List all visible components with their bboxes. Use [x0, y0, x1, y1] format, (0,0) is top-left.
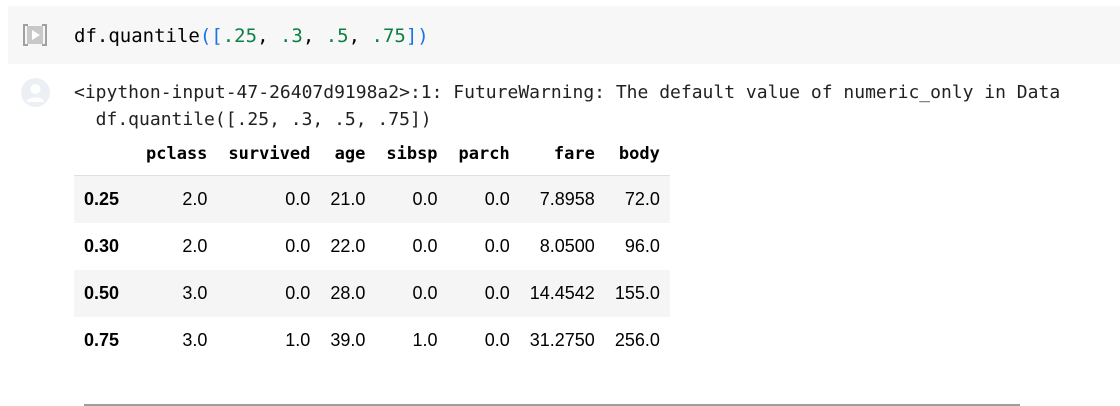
column-header-age: age [320, 133, 376, 176]
table-cell-body: 96.0 [624, 236, 660, 256]
table-cell-body: 155.0 [614, 283, 660, 303]
quantile-dataframe: pclass survived age sibsp parch fare body 0.25… [74, 133, 670, 364]
code-open-brackets: ([ [199, 25, 223, 47]
code-close-brackets: ]) [405, 25, 429, 47]
code-separator: , [302, 25, 326, 47]
table-cell-sibsp: 0.0 [412, 236, 438, 256]
table-cell-sibsp: 0.0 [412, 189, 438, 209]
column-header-pclass: pclass [135, 133, 218, 176]
table-cell-pclass: 3.0 [182, 283, 208, 303]
code-separator: , [348, 25, 372, 47]
table-cell-fare: 14.4542 [529, 283, 595, 303]
output-avatar-icon [26, 84, 45, 102]
table-cell-parch: 0.0 [484, 283, 510, 303]
table-cell-fare: 8.0500 [539, 236, 595, 256]
table-cell-age: 22.0 [330, 236, 366, 256]
table-cell-age: 39.0 [330, 330, 366, 350]
code-number-literal: .5 [325, 25, 349, 47]
table-cell-survived: 0.0 [285, 283, 311, 303]
code-cell[interactable]: df.quantile([.25, .3, .5, .75]) [8, 6, 1120, 64]
table-cell-survived: 0.0 [285, 189, 311, 209]
row-index-label: 0.50 [84, 283, 120, 303]
code-separator: , [257, 25, 280, 47]
warning-line-2: df.quantile([.25, .3, .5, .75]) [74, 109, 432, 130]
table-cell-fare: 7.8958 [539, 189, 595, 209]
table-cell-pclass: 2.0 [182, 189, 208, 209]
table-cell-survived: 1.0 [285, 330, 311, 350]
warning-line-1: <ipython-input-47-26407d9198a2>:1: Futur… [74, 82, 1061, 103]
run-cell-button[interactable] [21, 22, 49, 48]
table-row: 0.25 2.0 0.0 21.0 0.0 0.0 7.8958 72.0 [74, 175, 670, 223]
column-header-fare: fare [519, 133, 605, 176]
table-cell-body: 256.0 [614, 330, 660, 350]
table-cell-survived: 0.0 [285, 236, 311, 256]
table-cell-parch: 0.0 [484, 189, 510, 209]
table-cell-parch: 0.0 [484, 330, 510, 350]
table-row: 0.30 2.0 0.0 22.0 0.0 0.0 8.0500 96.0 [74, 223, 670, 270]
run-cell-icon [23, 24, 47, 46]
table-cell-age: 28.0 [330, 283, 366, 303]
table-cell-fare: 31.2750 [529, 330, 595, 350]
table-cell-body: 72.0 [624, 189, 660, 209]
code-input[interactable]: df.quantile([.25, .3, .5, .75]) [74, 25, 429, 47]
row-index-label: 0.30 [84, 236, 120, 256]
table-row: 0.50 3.0 0.0 28.0 0.0 0.0 14.4542 155.0 [74, 270, 670, 317]
column-header-body: body [604, 133, 670, 176]
table-header-row: pclass survived age sibsp parch fare body [74, 133, 670, 176]
table-cell-pclass: 3.0 [182, 330, 208, 350]
index-header [74, 133, 135, 176]
code-function-name: df.quantile [74, 25, 200, 47]
table-cell-age: 21.0 [330, 189, 366, 209]
table-row: 0.75 3.0 1.0 39.0 1.0 0.0 31.2750 256.0 [74, 317, 670, 364]
table-cell-sibsp: 1.0 [412, 330, 438, 350]
table-cell-parch: 0.0 [484, 236, 510, 256]
output-area: <ipython-input-47-26407d9198a2>:1: Futur… [8, 66, 1120, 406]
column-header-sibsp: sibsp [375, 133, 448, 176]
code-number-literal: .75 [371, 25, 406, 47]
table-cell-sibsp: 0.0 [412, 283, 438, 303]
output-avatar [21, 78, 50, 107]
code-number-literal: .25 [222, 25, 258, 47]
code-number-literal: .3 [279, 25, 303, 47]
table-cell-pclass: 2.0 [182, 236, 208, 256]
column-header-parch: parch [447, 133, 520, 176]
row-index-label: 0.75 [84, 330, 120, 350]
future-warning-text: <ipython-input-47-26407d9198a2>:1: Futur… [74, 79, 1060, 133]
column-header-survived: survived [217, 133, 321, 176]
table-body: 0.25 2.0 0.0 21.0 0.0 0.0 7.8958 72.0 0.30 2.0 0.0… [74, 175, 670, 365]
row-index-label: 0.25 [84, 189, 120, 209]
